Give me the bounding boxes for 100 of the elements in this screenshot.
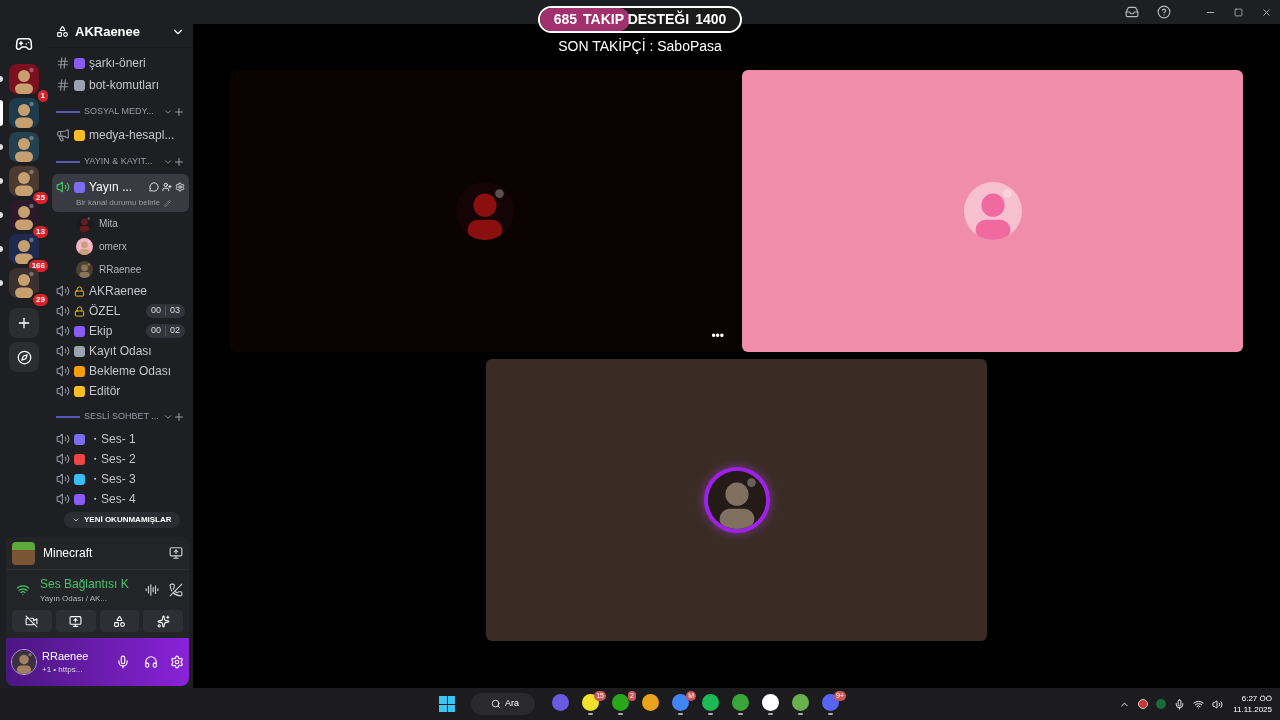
speaker-icon	[56, 472, 70, 486]
emoji-icon	[74, 129, 85, 141]
server-icon[interactable]	[9, 200, 39, 230]
pencil-icon[interactable]	[164, 199, 172, 207]
category-label[interactable]: SESLİ SOHBET ...	[84, 410, 163, 424]
taskbar-app-icon[interactable]	[641, 693, 659, 711]
settings-icon[interactable]	[175, 182, 185, 192]
microphone-icon[interactable]	[1174, 698, 1186, 710]
taskbar-app-icon[interactable]	[581, 693, 599, 711]
voice-channel[interactable]: AKRaenee	[52, 281, 189, 301]
add-icon[interactable]	[173, 106, 185, 118]
voice-channel[interactable]: Bekleme Odası	[52, 361, 189, 381]
video-tile[interactable]: •••	[230, 70, 740, 352]
add-icon	[16, 315, 32, 331]
server-icon[interactable]	[9, 268, 39, 298]
speaker-icon	[56, 364, 70, 378]
speaker-icon	[56, 452, 70, 466]
voice-status[interactable]: Ses Bağlantısı K	[40, 575, 145, 593]
network-icon[interactable]	[1193, 698, 1205, 710]
channel-item[interactable]: bot-komutları	[48, 74, 193, 96]
hash-icon	[56, 56, 70, 70]
noise-icon[interactable]	[145, 583, 159, 597]
chat-icon[interactable]	[149, 182, 159, 192]
speaker-icon	[56, 180, 70, 194]
server-boost-icon	[56, 25, 69, 38]
channel-status[interactable]: Bir kanal durumu belirle	[76, 197, 161, 209]
more-options-button[interactable]: •••	[711, 330, 724, 342]
stream-icon[interactable]	[169, 546, 183, 560]
username[interactable]: RRaenee	[42, 647, 116, 665]
screen-share-button[interactable]	[55, 610, 96, 632]
disconnect-icon[interactable]	[169, 583, 183, 597]
soundboard-button[interactable]	[143, 610, 183, 632]
close-icon[interactable]	[1261, 6, 1272, 18]
category-divider-icon	[56, 111, 80, 113]
voice-channel[interactable]: Kayıt Odası	[52, 341, 189, 361]
running-indicator	[587, 712, 593, 715]
voice-channel[interactable]: ÖZEL 00 03	[52, 301, 189, 321]
user-limit-counter: 00 02	[145, 324, 185, 338]
taskbar-app-icon[interactable]	[791, 693, 809, 711]
voice-channel[interactable]: Yayın ... Bir kanal durumu belirle	[52, 174, 189, 212]
voice-user[interactable]: RRaenee	[99, 262, 142, 277]
speaker-icon	[56, 344, 70, 358]
start-icon[interactable]	[439, 696, 455, 712]
last-follower: SON TAKİPÇİ : SaboPasa	[557, 37, 723, 56]
running-indicator	[617, 712, 623, 715]
search-icon	[491, 699, 501, 709]
taskbar-search[interactable]: Ara	[471, 693, 535, 715]
running-indicator	[677, 712, 683, 715]
tray-status-icon[interactable]	[1156, 699, 1167, 709]
add-server-button[interactable]	[9, 308, 39, 338]
speaker-icon	[56, 384, 70, 398]
maximize-icon[interactable]	[1234, 7, 1243, 17]
speaker-icon	[56, 492, 70, 506]
voice-channel[interactable]: ・Ses- 2	[52, 449, 189, 469]
new-unreads-pill[interactable]: YENİ OKUNMAMIŞLAR	[64, 512, 180, 528]
category-divider-icon	[56, 161, 80, 163]
activities-button[interactable]	[99, 610, 140, 632]
activity-name: Minecraft	[43, 545, 94, 562]
category-label[interactable]: YAYIN & KAYIT...	[84, 155, 163, 169]
add-icon[interactable]	[173, 411, 185, 423]
add-icon[interactable]	[173, 156, 185, 168]
category-divider-icon	[56, 416, 80, 418]
video-tile[interactable]	[486, 359, 987, 641]
server-icon[interactable]	[9, 98, 39, 128]
help-icon[interactable]	[1157, 5, 1171, 19]
inbox-icon[interactable]	[1125, 5, 1139, 19]
voice-user[interactable]: omerx	[99, 239, 127, 254]
voice-channel[interactable]: Editör	[52, 381, 189, 401]
hash-icon	[56, 78, 70, 92]
shapes-icon	[112, 614, 126, 628]
clock-time[interactable]: 6:27 ÖÖ	[1241, 693, 1272, 704]
tray-app-icon[interactable]	[1138, 699, 1149, 709]
server-icon[interactable]	[9, 64, 39, 94]
voice-channel[interactable]: Ekip 00 02	[52, 321, 189, 341]
volume-icon[interactable]	[1212, 698, 1224, 710]
microphone-icon[interactable]	[116, 655, 130, 669]
voice-channel-path[interactable]: Yayın Odası / AK...	[40, 593, 145, 605]
server-name[interactable]: AKRaenee	[75, 21, 171, 42]
minecraft-block-icon	[12, 541, 35, 565]
taskbar-app-icon[interactable]	[761, 693, 779, 711]
server-icon[interactable]	[9, 234, 39, 264]
explore-button[interactable]	[9, 342, 39, 372]
headphones-icon[interactable]	[144, 655, 158, 669]
camera-off-icon	[25, 614, 39, 628]
clock-date[interactable]: 11.11.2025	[1233, 704, 1272, 715]
server-icon[interactable]	[9, 132, 39, 162]
category-label[interactable]: SOSYAL MEDY...	[84, 105, 163, 119]
settings-icon[interactable]	[170, 655, 184, 669]
video-tile[interactable]	[742, 70, 1243, 352]
invite-icon[interactable]	[162, 182, 172, 192]
channel-item[interactable]: şarkı-öneri	[48, 52, 193, 74]
channel-item[interactable]: medya-hesapl...	[48, 124, 193, 146]
voice-channel[interactable]: ・Ses- 4	[52, 489, 189, 509]
server-icon[interactable]	[9, 166, 39, 196]
emoji-icon	[74, 79, 85, 91]
voice-channel[interactable]: ・Ses- 1	[52, 429, 189, 449]
taskbar-app-icon[interactable]	[701, 693, 719, 711]
voice-user[interactable]: Mita	[99, 216, 118, 231]
camera-button[interactable]	[12, 610, 52, 632]
voice-channel[interactable]: ・Ses- 3	[52, 469, 189, 489]
